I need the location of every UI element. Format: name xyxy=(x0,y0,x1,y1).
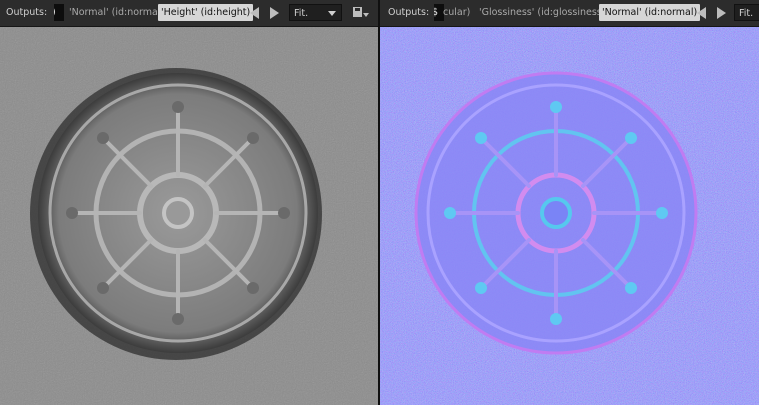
fit-select[interactable]: Fit. xyxy=(734,4,759,21)
tab-height[interactable]: 'Height' (id:height) xyxy=(158,4,254,21)
fit-select-value: Fit. xyxy=(294,8,309,19)
manhole-cover-height xyxy=(30,68,322,360)
outputs-label: Outputs: xyxy=(6,7,48,18)
height-preview-panel: Outputs: ) 'Normal' (id:normal) 'Height'… xyxy=(0,0,378,405)
save-image-icon xyxy=(353,7,369,17)
normal-map-viewport[interactable] xyxy=(380,27,759,405)
manhole-cover-normal xyxy=(414,71,698,355)
triangle-left-icon xyxy=(697,7,706,19)
fit-select-value: Fit. xyxy=(739,8,754,19)
tab-normal[interactable]: 'Normal' (id:normal) xyxy=(599,4,701,21)
triangle-right-icon xyxy=(717,7,726,19)
tab-specular[interactable]: cular) xyxy=(440,4,473,21)
right-output-toolbar: Outputs: $ cular) 'Glossiness' (id:gloss… xyxy=(380,0,759,27)
triangle-left-icon xyxy=(250,7,259,19)
height-map-viewport[interactable] xyxy=(0,27,378,405)
normal-map-image xyxy=(380,27,759,405)
previous-output-button[interactable] xyxy=(250,4,262,21)
outputs-label: Outputs: xyxy=(388,7,430,18)
save-image-button[interactable] xyxy=(350,4,370,21)
output-scrub-field[interactable]: ) xyxy=(54,4,64,21)
previous-output-button[interactable] xyxy=(697,4,709,21)
normal-preview-panel: Outputs: $ cular) 'Glossiness' (id:gloss… xyxy=(380,0,759,405)
next-output-button[interactable] xyxy=(270,4,282,21)
left-output-toolbar: Outputs: ) 'Normal' (id:normal) 'Height'… xyxy=(0,0,378,27)
next-output-button[interactable] xyxy=(717,4,729,21)
fit-select[interactable]: Fit. xyxy=(289,4,342,21)
triangle-right-icon xyxy=(270,7,279,19)
tab-normal[interactable]: 'Normal' (id:normal) xyxy=(66,4,167,21)
tab-glossiness[interactable]: 'Glossiness' (id:glossiness) xyxy=(476,4,608,21)
chevron-down-icon xyxy=(328,11,336,16)
height-map-image xyxy=(0,27,378,405)
